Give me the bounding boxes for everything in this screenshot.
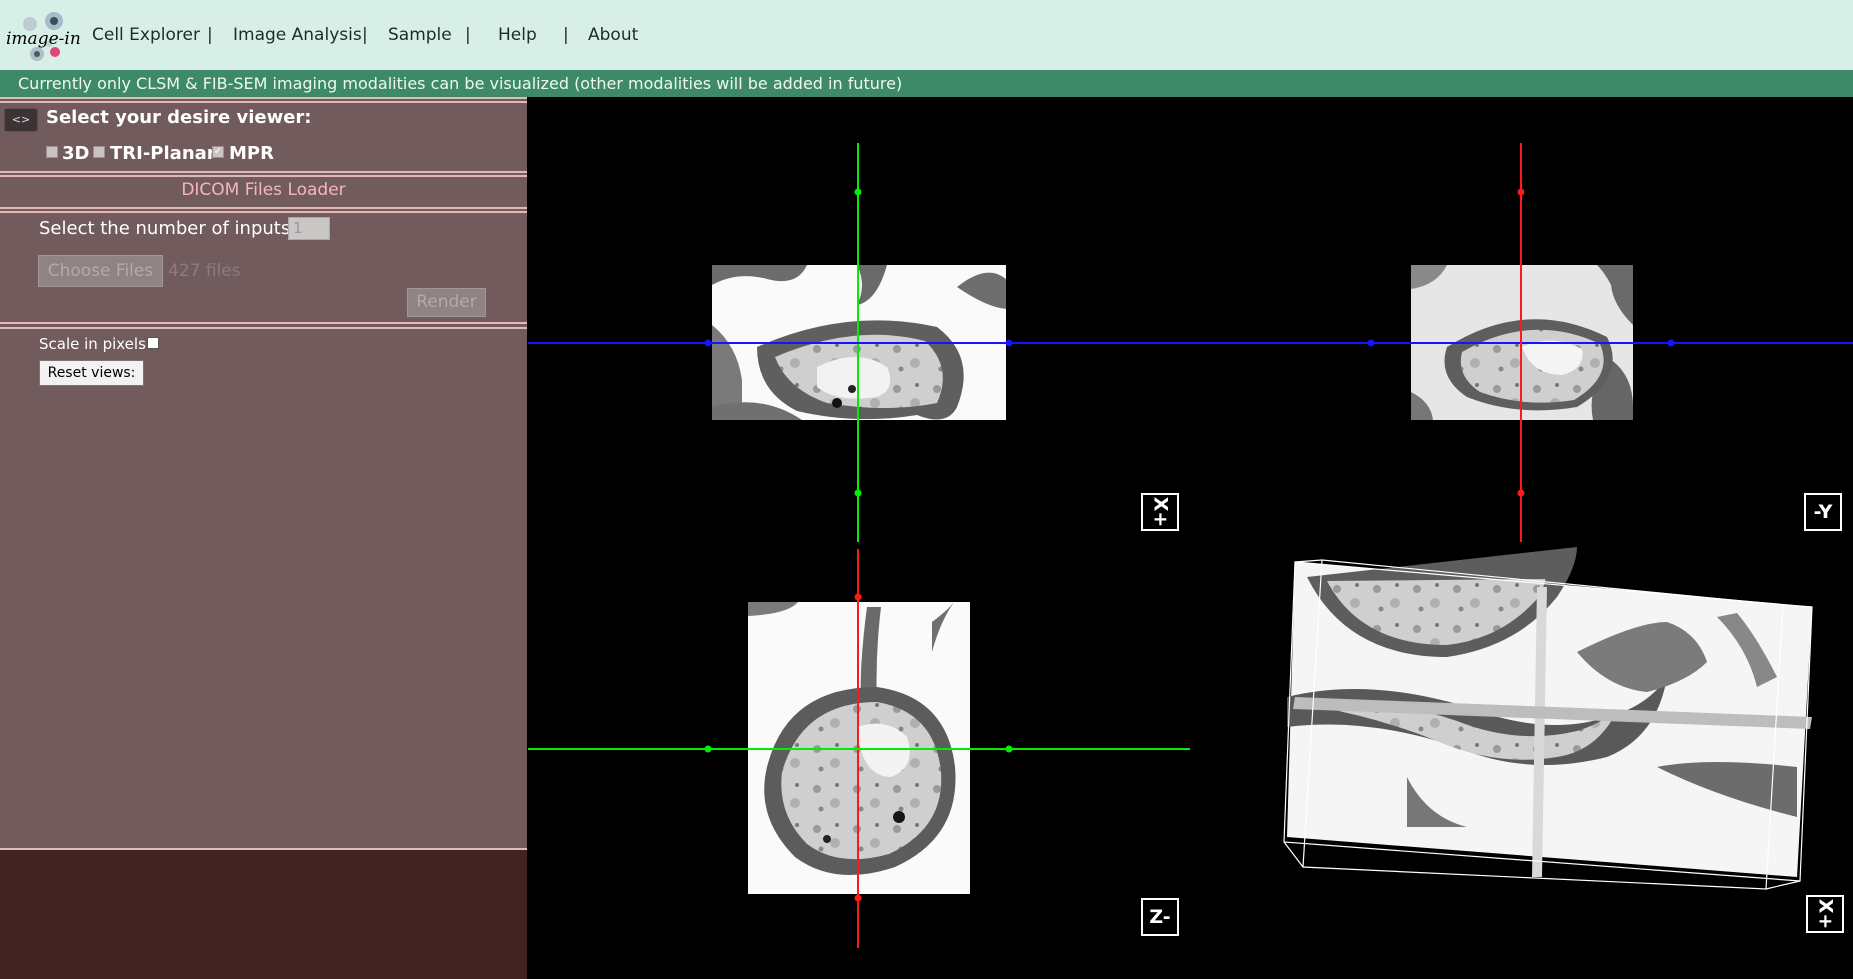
inputs-count-field[interactable]: 1 — [288, 217, 330, 240]
reset-views-button[interactable]: Reset views: — [39, 360, 144, 386]
control-sidebar — [0, 97, 527, 849]
option-triplanar-checkbox[interactable] — [93, 146, 105, 158]
modality-notice-banner: Currently only CLSM & FIB-SEM imaging mo… — [0, 70, 1853, 97]
svg-text:image-in: image-in — [6, 29, 81, 49]
divider — [0, 327, 527, 329]
orientation-marker-volume: X+ — [1806, 895, 1844, 933]
divider — [0, 211, 527, 213]
option-3d-label: 3D — [62, 143, 90, 164]
divider — [0, 848, 527, 850]
nav-separator: | — [563, 25, 569, 45]
mpr-viewport[interactable]: X+ -Y Z- X+ — [527, 97, 1853, 979]
divider — [0, 171, 527, 173]
dicom-loader-title: DICOM Files Loader — [181, 180, 346, 200]
nav-sample[interactable]: Sample — [388, 25, 452, 45]
top-navigation-bar: image-in Cell Explorer | Image Analysis … — [0, 0, 1853, 70]
render-button[interactable]: Render — [407, 288, 486, 317]
choose-files-button[interactable]: Choose Files — [38, 255, 163, 287]
orientation-marker-sagittal: Z- — [1141, 898, 1179, 936]
divider — [0, 207, 527, 209]
nav-image-analysis[interactable]: Image Analysis — [233, 25, 362, 45]
app-logo[interactable]: image-in — [4, 8, 84, 64]
sidebar-footer — [0, 849, 527, 979]
divider — [0, 175, 527, 177]
divider — [0, 101, 527, 103]
collapse-sidebar-button[interactable]: <> — [4, 108, 38, 132]
nav-separator: | — [207, 25, 213, 45]
option-triplanar-label: TRI-Planar — [110, 143, 216, 164]
option-3d-checkbox[interactable] — [46, 146, 58, 158]
scale-in-pixels-label: Scale in pixels: — [39, 335, 151, 353]
nav-about[interactable]: About — [588, 25, 638, 45]
inputs-count-label: Select the number of inputs: — [39, 218, 297, 239]
nav-cell-explorer[interactable]: Cell Explorer — [92, 25, 200, 45]
selected-files-count: 427 files — [168, 261, 241, 281]
option-mpr-checkbox[interactable]: ✓ — [212, 146, 224, 158]
option-mpr-label: MPR — [229, 143, 274, 164]
nav-separator: | — [362, 25, 368, 45]
scale-in-pixels-checkbox[interactable] — [147, 337, 159, 349]
divider — [0, 322, 527, 324]
volume-3d-view[interactable] — [1278, 547, 1813, 890]
orientation-marker-axial: X+ — [1141, 493, 1179, 531]
nav-help[interactable]: Help — [498, 25, 537, 45]
nav-separator: | — [465, 25, 471, 45]
orientation-marker-coronal: -Y — [1804, 493, 1842, 531]
divider — [0, 97, 527, 99]
viewer-select-title: Select your desire viewer: — [46, 107, 312, 128]
